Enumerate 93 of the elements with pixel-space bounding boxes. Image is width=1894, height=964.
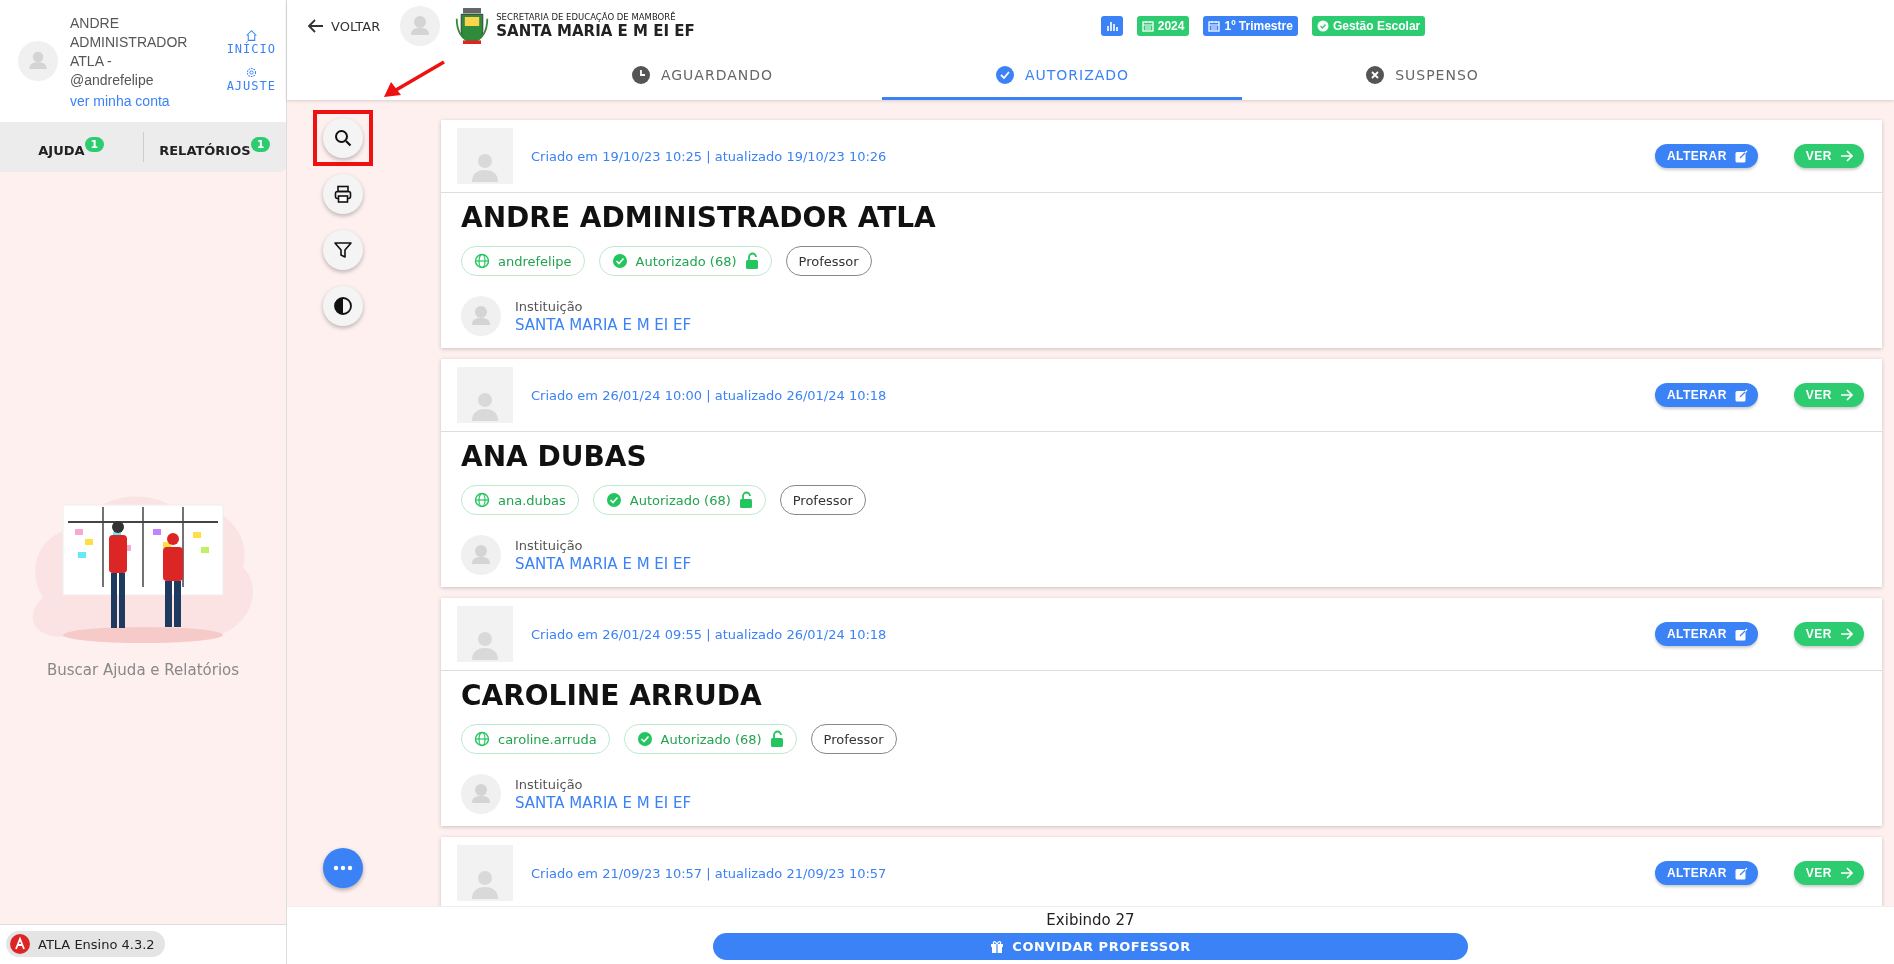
globe-icon — [474, 731, 490, 747]
date-text: Criado em 19/10/23 10:25 | atualizado 19/10/23 10:26 — [531, 148, 888, 164]
result-count: Exibindo 27 — [1046, 911, 1135, 929]
arrow-right-icon — [1840, 867, 1854, 879]
more-button[interactable] — [323, 848, 363, 888]
edit-icon — [1734, 866, 1748, 880]
clock-icon — [630, 64, 651, 85]
check-circle-icon — [636, 731, 653, 747]
edit-button[interactable]: ALTERAR — [1654, 622, 1758, 646]
globe-icon — [474, 492, 490, 508]
calendar-icon — [1141, 20, 1154, 32]
avatar-icon — [457, 845, 513, 901]
avatar-icon — [18, 41, 58, 81]
bar-chart-icon — [1105, 20, 1118, 32]
date-text: Criado em 21/09/23 10:57 | atualizado 21/09/23 10:57 — [531, 865, 888, 881]
contrast-button[interactable] — [323, 286, 363, 326]
status-tab[interactable]: AGUARDANDO — [522, 52, 882, 100]
calendar-icon — [1208, 20, 1221, 32]
check-circle-icon — [605, 492, 622, 508]
annotation-arrow — [384, 60, 446, 98]
avatar-icon — [400, 6, 441, 46]
person-name: CAROLINE ARRUDA — [461, 679, 763, 712]
org-subtitle: SECRETARIA DE EDUCAÇÃO DE MAMBORÊ — [496, 12, 677, 22]
institution-name: SANTA MARIA E M EI EF — [515, 554, 692, 573]
search-button[interactable] — [323, 118, 363, 158]
check-circle-icon — [1316, 20, 1329, 32]
edit-icon — [1734, 627, 1748, 641]
back-arrow-icon — [307, 17, 325, 35]
filter-icon — [333, 240, 353, 260]
avatar-icon — [457, 128, 513, 184]
search-icon — [333, 128, 353, 148]
count-badge: 1 — [84, 136, 105, 152]
user-name: ANDRE ADMINISTRADOR ATLA - @andrefelipe — [70, 13, 189, 90]
avatar-icon — [461, 535, 501, 575]
print-button[interactable] — [323, 174, 363, 214]
info-chip[interactable]: 2024 — [1136, 16, 1190, 36]
globe-icon — [474, 253, 490, 269]
unlocked-padlock-icon — [769, 730, 784, 748]
institution-label: Instituição — [515, 298, 584, 314]
institution-name: SANTA MARIA E M EI EF — [515, 793, 692, 812]
nav-link[interactable]: AJUSTE — [226, 66, 276, 93]
date-text: Criado em 26/01/24 10:00 | atualizado 26/01/24 10:18 — [531, 387, 888, 403]
account-link[interactable]: ver minha conta — [70, 92, 198, 109]
contrast-icon — [333, 296, 353, 316]
more-dots-icon — [333, 865, 353, 871]
view-button[interactable]: VER — [1793, 383, 1864, 407]
check-circle-icon — [611, 253, 628, 269]
avatar-icon — [457, 606, 513, 662]
invite-button[interactable]: CONVIDAR PROFESSOR — [713, 933, 1468, 960]
check-circle-icon — [994, 64, 1015, 85]
person-name: ANA DUBAS — [461, 440, 648, 473]
home-icon — [244, 29, 258, 42]
count-badge: 1 — [250, 136, 271, 152]
sidebar-tab[interactable]: AJUDA — [38, 142, 85, 158]
gift-icon — [990, 939, 1005, 954]
settings-icon — [244, 66, 258, 79]
view-button[interactable]: VER — [1793, 861, 1864, 885]
institution-name: SANTA MARIA E M EI EF — [515, 315, 692, 334]
date-text: Criado em 26/01/24 09:55 | atualizado 26/01/24 10:18 — [531, 626, 888, 642]
person-name: ANDRE ADMINISTRADOR ATLA — [461, 201, 937, 234]
institution-label: Instituição — [515, 537, 584, 553]
filter-button[interactable] — [323, 230, 363, 270]
edit-icon — [1734, 388, 1748, 402]
edit-button[interactable]: ALTERAR — [1654, 861, 1758, 885]
arrow-right-icon — [1840, 389, 1854, 401]
view-button[interactable]: VER — [1793, 622, 1864, 646]
avatar-icon — [461, 774, 501, 814]
crest-icon — [454, 5, 491, 47]
unlocked-padlock-icon — [744, 252, 759, 270]
status-tab[interactable]: AUTORIZADO — [882, 52, 1242, 100]
status-tab[interactable]: SUSPENSO — [1242, 52, 1602, 100]
app-logo-icon — [10, 934, 30, 954]
arrow-right-icon — [1840, 628, 1854, 640]
arrow-right-icon — [1840, 150, 1854, 162]
back-button[interactable]: VOLTAR — [307, 17, 381, 35]
avatar-icon — [461, 296, 501, 336]
version-text: ATLA Ensino 4.3.2 — [38, 936, 155, 952]
edit-button[interactable]: ALTERAR — [1654, 383, 1758, 407]
sidebar-tab[interactable]: RELATÓRIOS — [159, 142, 251, 158]
unlocked-padlock-icon — [738, 491, 753, 509]
avatar-icon — [457, 367, 513, 423]
institution-label: Instituição — [515, 776, 584, 792]
info-chip[interactable]: Gestão Escolar — [1311, 16, 1426, 36]
info-chip[interactable]: 1º Trimestre — [1203, 16, 1298, 36]
empty-state-text: Buscar Ajuda e Relatórios — [46, 661, 240, 679]
close-circle-icon — [1365, 64, 1386, 85]
nav-link[interactable]: INÍCIO — [226, 29, 276, 56]
view-button[interactable]: VER — [1793, 144, 1864, 168]
edit-button[interactable]: ALTERAR — [1654, 144, 1758, 168]
print-icon — [333, 184, 353, 204]
edit-icon — [1734, 149, 1748, 163]
school-name: SANTA MARIA E M EI EF — [496, 22, 695, 40]
info-chip[interactable] — [1100, 16, 1123, 36]
